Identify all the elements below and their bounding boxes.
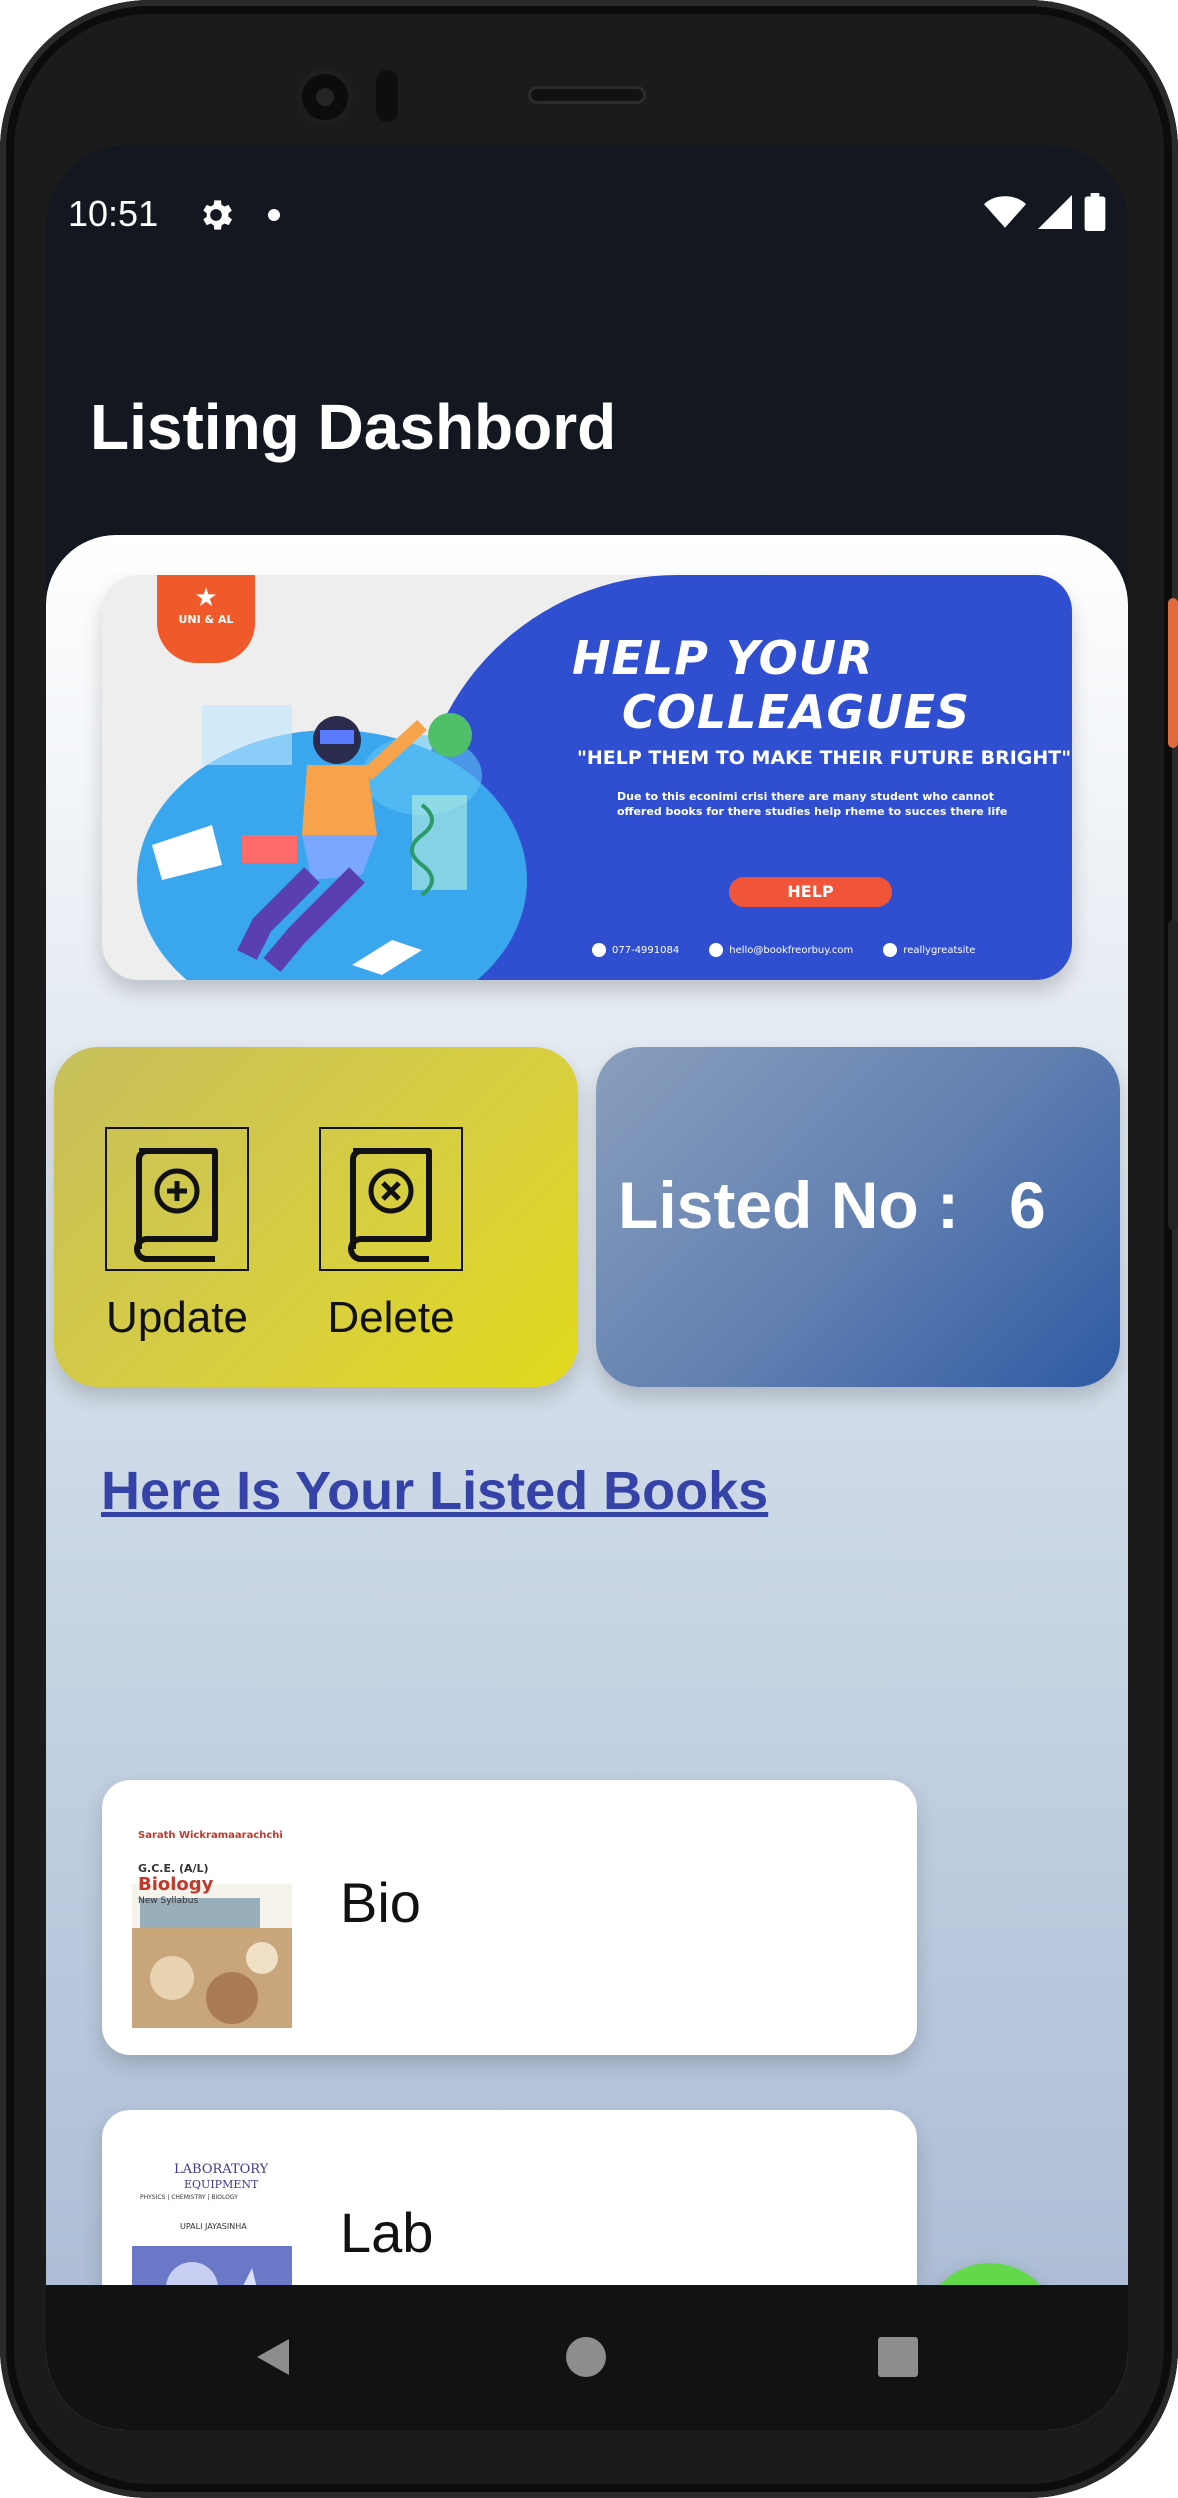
screen: 10:51 Listing Dashbord ★ UNI & AL HELP Y…	[46, 145, 1128, 2430]
volume-button	[1168, 920, 1178, 1230]
signal-icon	[1038, 195, 1072, 229]
listed-count: 6	[1009, 1168, 1046, 1242]
back-icon[interactable]	[251, 2335, 295, 2379]
contact-phone: 077-4991084	[592, 943, 679, 957]
power-button	[1168, 598, 1178, 748]
earpiece-speaker	[528, 86, 646, 104]
cover-author: UPALI JAYASINHA	[180, 2222, 247, 2231]
banner-title-line1: HELP YOUR	[572, 631, 874, 685]
gear-icon	[203, 200, 232, 230]
dashboard-content: ★ UNI & AL HELP YOUR COLLEAGUES "HELP TH…	[46, 535, 1128, 2430]
wifi-icon	[984, 196, 1026, 228]
contact-email: hello@bookfreorbuy.com	[709, 943, 853, 957]
phone-icon	[592, 943, 606, 957]
section-title-link[interactable]: Here Is Your Listed Books	[101, 1460, 768, 1522]
book-card-bio[interactable]: Sarath Wickramaarachchi G.C.E. (A/L) Bio…	[102, 1780, 917, 2055]
cover-title-1: LABORATORY	[174, 2162, 269, 2177]
cover-author: Sarath Wickramaarachchi	[138, 1830, 283, 1841]
help-banner[interactable]: ★ UNI & AL HELP YOUR COLLEAGUES "HELP TH…	[102, 575, 1072, 980]
recents-icon[interactable]	[876, 2335, 920, 2379]
phone-frame: 10:51 Listing Dashbord ★ UNI & AL HELP Y…	[0, 0, 1178, 2498]
banner-title-line2: COLLEAGUES	[622, 685, 971, 739]
navigation-bar	[46, 2285, 1128, 2430]
battery-icon	[1084, 193, 1106, 231]
book-remove-icon	[319, 1127, 463, 1271]
help-button[interactable]: HELP	[729, 877, 892, 907]
status-time: 10:51	[68, 193, 159, 234]
book-name-bio: Bio	[340, 1871, 421, 1934]
update-button[interactable]: Update	[102, 1127, 252, 1343]
notification-dot	[268, 209, 280, 221]
proximity-sensor	[376, 70, 398, 122]
delete-button[interactable]: Delete	[316, 1127, 466, 1343]
banner-contacts: 077-4991084 hello@bookfreorbuy.com reall…	[592, 943, 975, 957]
delete-label: Delete	[327, 1293, 455, 1342]
cover-subtitle: New Syllabus	[138, 1896, 199, 1906]
book-name-lab: Lab	[340, 2201, 434, 2264]
email-icon	[709, 943, 724, 957]
student-illustration	[137, 705, 527, 980]
listed-label: Listed No :	[618, 1168, 959, 1242]
page-title: Listing Dashbord	[90, 391, 617, 463]
status-bar: 10:51	[46, 193, 1128, 253]
badge-text: UNI & AL	[178, 613, 234, 626]
banner-quote: "HELP THEM TO MAKE THEIR FUTURE BRIGHT"	[577, 747, 1072, 769]
cover-title-2: EQUIPMENT	[184, 2178, 259, 2191]
front-camera	[296, 68, 354, 126]
book-add-icon	[105, 1127, 249, 1271]
banner-description: Due to this econimi crisi there are many…	[617, 790, 1008, 818]
uni-al-badge: ★ UNI & AL	[157, 575, 255, 663]
book-cover-bio: Sarath Wickramaarachchi G.C.E. (A/L) Bio…	[132, 1808, 292, 2028]
system-icons	[984, 193, 1106, 231]
actions-card: Update Delete	[54, 1047, 578, 1387]
update-label: Update	[106, 1293, 248, 1342]
cover-subtitle: PHYSICS | CHEMISTRY | BIOLOGY	[140, 2194, 238, 2201]
contact-site: reallygreatsite	[883, 943, 975, 957]
cover-title: Biology	[138, 1874, 214, 1895]
star-icon: ★	[194, 583, 218, 613]
listed-count-card: Listed No : 6	[596, 1047, 1120, 1387]
home-icon[interactable]	[564, 2335, 608, 2379]
globe-icon	[883, 943, 898, 957]
